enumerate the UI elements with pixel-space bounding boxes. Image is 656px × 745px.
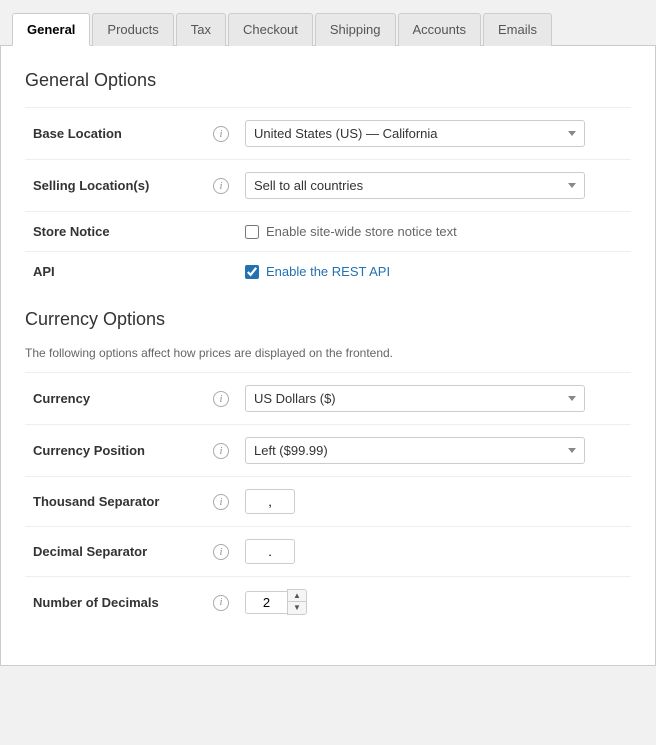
api-checkbox-text: Enable the REST API — [266, 264, 390, 279]
decimal-separator-label: Decimal Separator — [25, 527, 205, 577]
currency-help-icon[interactable]: i — [213, 391, 229, 407]
table-row: API Enable the REST API — [25, 252, 631, 292]
currency-position-help-icon[interactable]: i — [213, 443, 229, 459]
table-row: Store Notice Enable site-wide store noti… — [25, 212, 631, 252]
thousand-separator-input[interactable] — [245, 489, 295, 514]
increment-button[interactable]: ▲ — [288, 590, 306, 602]
decrement-button[interactable]: ▼ — [288, 602, 306, 614]
table-row: Decimal Separator i — [25, 527, 631, 577]
page-wrapper: General Products Tax Checkout Shipping A… — [0, 0, 656, 745]
decimal-separator-input[interactable] — [245, 539, 295, 564]
tab-emails[interactable]: Emails — [483, 13, 552, 46]
currency-label: Currency — [25, 373, 205, 425]
thousand-separator-help-cell: i — [205, 477, 237, 527]
store-notice-checkbox-text: Enable site-wide store notice text — [266, 224, 457, 239]
general-options-table: Base Location i United States (US) — Cal… — [25, 107, 631, 291]
currency-position-select[interactable]: Left ($99.99) — [245, 437, 585, 464]
currency-input-cell: US Dollars ($) — [237, 373, 631, 425]
decimal-separator-input-cell — [237, 527, 631, 577]
currency-help-cell: i — [205, 373, 237, 425]
selling-locations-label: Selling Location(s) — [25, 160, 205, 212]
base-location-select[interactable]: United States (US) — California — [245, 120, 585, 147]
currency-subtitle: The following options affect how prices … — [25, 346, 631, 360]
selling-locations-help-icon[interactable]: i — [213, 178, 229, 194]
general-options-title: General Options — [25, 70, 631, 91]
currency-options-table: Currency i US Dollars ($) Currency Posit… — [25, 372, 631, 627]
tab-general[interactable]: General — [12, 13, 90, 46]
main-content: General Options Base Location i United S… — [0, 46, 656, 666]
table-row: Selling Location(s) i Sell to all countr… — [25, 160, 631, 212]
currency-position-help-cell: i — [205, 425, 237, 477]
tab-tax[interactable]: Tax — [176, 13, 226, 46]
table-row: Currency i US Dollars ($) — [25, 373, 631, 425]
number-of-decimals-help-cell: i — [205, 577, 237, 628]
decimal-separator-help-cell: i — [205, 527, 237, 577]
currency-options-title: Currency Options — [25, 309, 631, 330]
base-location-help-icon[interactable]: i — [213, 126, 229, 142]
store-notice-checkbox-label[interactable]: Enable site-wide store notice text — [245, 224, 623, 239]
currency-position-input-cell: Left ($99.99) — [237, 425, 631, 477]
api-checkbox-label[interactable]: Enable the REST API — [245, 264, 623, 279]
selling-locations-input-cell: Sell to all countries — [237, 160, 631, 212]
selling-locations-select[interactable]: Sell to all countries — [245, 172, 585, 199]
table-row: Thousand Separator i — [25, 477, 631, 527]
selling-locations-help-cell: i — [205, 160, 237, 212]
api-input-cell: Enable the REST API — [237, 252, 631, 292]
tab-bar: General Products Tax Checkout Shipping A… — [0, 0, 656, 46]
decimal-separator-help-icon[interactable]: i — [213, 544, 229, 560]
store-notice-checkbox[interactable] — [245, 225, 259, 239]
number-of-decimals-stepper: ▲ ▼ — [245, 589, 623, 615]
number-of-decimals-help-icon[interactable]: i — [213, 595, 229, 611]
store-notice-label: Store Notice — [25, 212, 205, 252]
api-label: API — [25, 252, 205, 292]
spinner-buttons: ▲ ▼ — [287, 589, 307, 615]
base-location-label: Base Location — [25, 108, 205, 160]
store-notice-input-cell: Enable site-wide store notice text — [237, 212, 631, 252]
currency-position-label: Currency Position — [25, 425, 205, 477]
tab-shipping[interactable]: Shipping — [315, 13, 396, 46]
thousand-separator-label: Thousand Separator — [25, 477, 205, 527]
number-of-decimals-label: Number of Decimals — [25, 577, 205, 628]
table-row: Number of Decimals i ▲ ▼ — [25, 577, 631, 628]
number-of-decimals-input[interactable] — [245, 591, 287, 614]
api-checkbox[interactable] — [245, 265, 259, 279]
api-help-cell — [205, 252, 237, 292]
store-notice-help-cell — [205, 212, 237, 252]
base-location-input-cell: United States (US) — California — [237, 108, 631, 160]
table-row: Currency Position i Left ($99.99) — [25, 425, 631, 477]
thousand-separator-help-icon[interactable]: i — [213, 494, 229, 510]
tab-products[interactable]: Products — [92, 13, 173, 46]
tab-accounts[interactable]: Accounts — [398, 13, 481, 46]
thousand-separator-input-cell — [237, 477, 631, 527]
table-row: Base Location i United States (US) — Cal… — [25, 108, 631, 160]
tab-checkout[interactable]: Checkout — [228, 13, 313, 46]
currency-select[interactable]: US Dollars ($) — [245, 385, 585, 412]
base-location-help-cell: i — [205, 108, 237, 160]
number-of-decimals-input-cell: ▲ ▼ — [237, 577, 631, 628]
